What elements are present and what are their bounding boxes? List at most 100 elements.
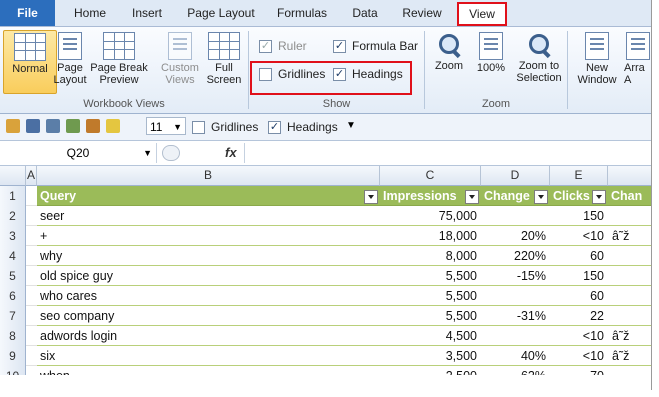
column-header-d[interactable]: D xyxy=(481,166,550,186)
table-cell[interactable]: 5,500 xyxy=(380,266,481,286)
cell[interactable] xyxy=(26,246,37,266)
table-cell[interactable]: old spice guy xyxy=(37,266,380,286)
table-cell[interactable]: -31% xyxy=(481,306,550,326)
table-cell[interactable] xyxy=(608,266,651,286)
row-header[interactable]: 9 xyxy=(0,346,26,367)
table-header-cell[interactable]: Change xyxy=(481,186,550,206)
table-cell[interactable]: 5,500 xyxy=(380,306,481,326)
cell[interactable] xyxy=(26,346,37,366)
row-header[interactable]: 8 xyxy=(0,326,26,347)
table-cell[interactable]: seer xyxy=(37,206,380,226)
table-cell[interactable]: 8,000 xyxy=(380,246,481,266)
formula-bar-checkbox[interactable]: ✓ Formula Bar xyxy=(333,39,418,53)
tab-formulas[interactable]: Formulas xyxy=(268,0,336,26)
zoom-button[interactable]: Zoom xyxy=(427,30,471,92)
table-cell[interactable]: who cares xyxy=(37,286,380,306)
cell[interactable] xyxy=(26,286,37,306)
row-header[interactable]: 5 xyxy=(0,266,26,287)
cell[interactable] xyxy=(26,226,37,246)
table-cell[interactable]: <10 xyxy=(550,226,608,246)
row-header[interactable]: 1 xyxy=(0,186,26,207)
tab-view[interactable]: View xyxy=(457,2,507,26)
table-cell[interactable]: â˜ž xyxy=(608,326,651,346)
new-window-button[interactable]: New Window xyxy=(572,30,622,92)
fill-color-icon[interactable] xyxy=(106,119,120,133)
table-cell[interactable]: seo company xyxy=(37,306,380,326)
table-cell[interactable]: 18,000 xyxy=(380,226,481,246)
table-cell[interactable] xyxy=(608,206,651,226)
ruler-checkbox[interactable]: ✓ Ruler xyxy=(259,39,307,53)
arrange-all-button[interactable]: Arra A xyxy=(624,30,651,92)
insert-function-icon[interactable]: fx xyxy=(225,143,237,163)
cell[interactable] xyxy=(26,186,37,206)
table-cell[interactable]: 60 xyxy=(550,286,608,306)
zoom-100-button[interactable]: 100% xyxy=(471,30,511,92)
name-box[interactable]: Q20 ▼ xyxy=(0,143,157,163)
table-cell[interactable] xyxy=(481,206,550,226)
table-cell[interactable]: 20% xyxy=(481,226,550,246)
table-cell[interactable]: + xyxy=(37,226,380,246)
cell[interactable] xyxy=(26,206,37,226)
table-cell[interactable] xyxy=(481,326,550,346)
tab-insert[interactable]: Insert xyxy=(122,0,172,26)
table-cell[interactable]: 5,500 xyxy=(380,286,481,306)
row-header[interactable]: 4 xyxy=(0,246,26,267)
table-cell[interactable]: 3,500 xyxy=(380,346,481,366)
table-cell[interactable] xyxy=(608,286,651,306)
table-cell[interactable] xyxy=(481,286,550,306)
cell[interactable] xyxy=(26,266,37,286)
table-header-cell[interactable]: Clicks xyxy=(550,186,608,206)
filter-dropdown-icon[interactable] xyxy=(534,190,548,204)
row-header[interactable]: 3 xyxy=(0,226,26,247)
customize-dropdown-icon[interactable]: ▼ xyxy=(346,120,356,131)
table-cell[interactable] xyxy=(608,246,651,266)
row-header[interactable]: 6 xyxy=(0,286,26,307)
table-header-cell[interactable]: Impressions xyxy=(380,186,481,206)
table-cell[interactable]: 75,000 xyxy=(380,206,481,226)
toolbar-icon-1[interactable] xyxy=(6,119,20,133)
filter-icon[interactable] xyxy=(46,119,60,133)
page-break-preview-button[interactable]: Page Break Preview xyxy=(88,30,150,92)
table-cell[interactable]: 4,500 xyxy=(380,326,481,346)
filter-dropdown-icon[interactable] xyxy=(592,190,606,204)
table-cell[interactable]: â˜ž xyxy=(608,226,651,246)
table-cell[interactable]: why xyxy=(37,246,380,266)
table-cell[interactable]: 40% xyxy=(481,346,550,366)
row-header[interactable]: 7 xyxy=(0,306,26,327)
tab-page-layout[interactable]: Page Layout xyxy=(180,0,262,26)
column-header-f[interactable] xyxy=(608,166,651,186)
format-painter-icon[interactable] xyxy=(86,119,100,133)
filter-dropdown-icon[interactable] xyxy=(364,190,378,204)
zoom-to-selection-button[interactable]: Zoom to Selection xyxy=(511,30,567,92)
qat-gridlines-checkbox[interactable]: Gridlines xyxy=(192,120,258,134)
toolbar-icon-2[interactable] xyxy=(26,119,40,133)
column-header-b[interactable]: B xyxy=(37,166,380,186)
table-cell[interactable] xyxy=(608,306,651,326)
table-cell[interactable]: adwords login xyxy=(37,326,380,346)
table-header-cell[interactable]: Chan xyxy=(608,186,651,206)
table-cell[interactable]: 60 xyxy=(550,246,608,266)
column-header-a[interactable]: A xyxy=(26,166,37,186)
table-header-cell[interactable]: Query xyxy=(37,186,380,206)
tab-file[interactable]: File xyxy=(0,0,55,26)
font-size-select[interactable]: 11 ▼ xyxy=(146,117,186,135)
table-cell[interactable]: <10 xyxy=(550,346,608,366)
table-cell[interactable]: 220% xyxy=(481,246,550,266)
table-cell[interactable]: 150 xyxy=(550,266,608,286)
row-header[interactable]: 2 xyxy=(0,206,26,227)
name-box-dropdown-icon[interactable]: ▼ xyxy=(143,143,152,163)
toolbar-icon-4[interactable] xyxy=(66,119,80,133)
tab-home[interactable]: Home xyxy=(66,0,114,26)
table-cell[interactable]: 150 xyxy=(550,206,608,226)
table-cell[interactable]: six xyxy=(37,346,380,366)
cell[interactable] xyxy=(26,306,37,326)
column-header-c[interactable]: C xyxy=(380,166,481,186)
qat-headings-checkbox[interactable]: ✓ Headings xyxy=(268,120,338,134)
cell[interactable] xyxy=(26,326,37,346)
table-cell[interactable]: â˜ž xyxy=(608,346,651,366)
full-screen-button[interactable]: Full Screen xyxy=(198,30,250,92)
filter-dropdown-icon[interactable] xyxy=(465,190,479,204)
table-cell[interactable]: 22 xyxy=(550,306,608,326)
select-all-corner[interactable] xyxy=(0,166,26,186)
expand-handle-icon[interactable] xyxy=(162,145,180,161)
